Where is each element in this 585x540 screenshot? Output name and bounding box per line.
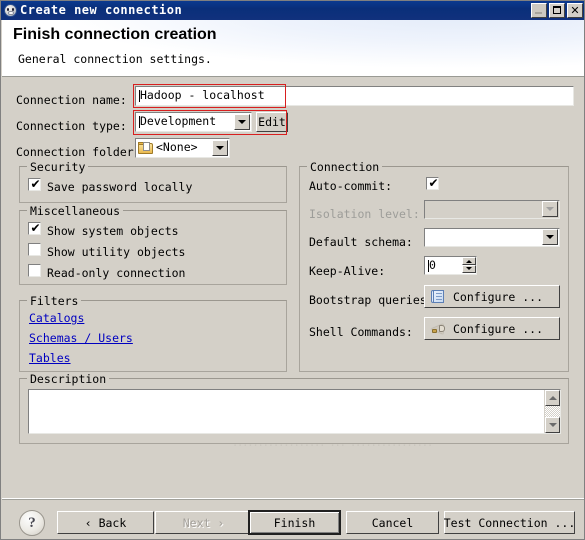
close-button[interactable]: ✕ [567,3,583,18]
connection-type-dropdown-button[interactable] [234,114,250,130]
connection-name-label: Connection name: [16,93,127,107]
chevron-down-icon [546,235,554,239]
keep-alive-label: Keep-Alive: [309,264,386,278]
keep-alive-stepper[interactable] [424,256,477,275]
description-textarea[interactable] [28,389,561,434]
show-utility-objects-checkbox[interactable] [28,243,41,256]
description-scrollbar[interactable] [544,390,560,433]
security-group-title: Security [27,160,89,174]
window-controls: ✕ [531,3,584,18]
connection-name-value: Hadoop - localhost [140,88,265,103]
show-system-objects-label: Show system objects [47,224,179,238]
isolation-level-dropdown-button[interactable] [542,201,558,217]
chevron-up-icon [466,260,472,263]
help-button[interactable]: ? [19,510,45,536]
chevron-down-icon [546,207,554,211]
isolation-level-label: Isolation level: [309,207,420,221]
connection-group: Connection Auto-commit: ✔ Isolation leve… [299,160,569,372]
shell-commands-configure-button[interactable]: Configure ... [424,317,560,340]
edit-connection-type-button[interactable]: Edit [256,112,288,132]
create-new-connection-dialog: Create new connection ✕ Finish connectio… [0,0,585,540]
connection-folder-dropdown-button[interactable] [212,140,228,156]
miscellaneous-group: Miscellaneous ✔ Show system objects Show… [19,204,287,285]
save-password-checkbox[interactable]: ✔ [28,178,41,191]
footer-separator [2,499,584,500]
filter-link-tables[interactable]: Tables [29,351,71,365]
window-title: Create new connection [20,3,183,17]
cancel-button[interactable]: Cancel [346,511,439,534]
connection-name-input[interactable]: Hadoop - localhost [135,86,574,106]
filter-link-schemas-users[interactable]: Schemas / Users [29,331,133,345]
connection-folder-value: <None> [156,140,198,155]
default-schema-combo[interactable] [424,228,560,247]
test-connection-button[interactable]: Test Connection ... [444,511,575,534]
auto-commit-checkbox[interactable]: ✔ [426,177,439,190]
page-title: Finish connection creation [13,26,217,43]
check-icon: ✔ [30,177,41,191]
maximize-button[interactable] [549,3,565,18]
finish-button[interactable]: Finish [248,510,341,535]
check-icon: ✔ [30,221,41,235]
bootstrap-queries-configure-label: Configure ... [453,289,544,304]
isolation-level-combo[interactable] [424,200,560,219]
page-subtitle: General connection settings. [18,52,212,66]
read-only-connection-label: Read-only connection [47,266,186,280]
chevron-up-icon [548,396,557,400]
wizard-header: Finish connection creation General conne… [2,20,584,77]
bootstrap-queries-label: Bootstrap queries: [309,293,434,307]
maximize-icon [553,6,561,14]
show-utility-objects-label: Show utility objects [47,245,186,259]
chevron-down-icon [548,423,557,427]
show-system-objects-checkbox[interactable]: ✔ [28,222,41,235]
connection-group-title: Connection [307,160,383,174]
app-beaver-icon [3,3,19,18]
save-password-label: Save password locally [47,180,193,194]
read-only-connection-checkbox[interactable] [28,264,41,277]
folder-icon [138,142,154,155]
chevron-down-icon [238,120,246,124]
chevron-down-icon [466,267,472,270]
description-group-title: Description [27,372,110,386]
close-icon: ✕ [570,4,580,17]
filter-link-catalogs[interactable]: Catalogs [29,311,84,325]
default-schema-label: Default schema: [309,235,413,249]
next-button[interactable]: Next › [155,511,252,534]
stepper-down-button[interactable] [462,265,476,273]
security-group: Security ✔ Save password locally [19,160,287,203]
back-button[interactable]: ‹ Back [57,511,154,534]
miscellaneous-group-title: Miscellaneous [27,204,124,218]
check-icon [30,264,41,277]
scroll-down-button[interactable] [545,417,560,433]
window-titlebar: Create new connection ✕ [1,1,584,20]
filters-group: Filters Catalogs Schemas / Users Tables [19,294,287,372]
shell-commands-configure-label: Configure ... [453,321,544,336]
connection-type-value: Development [140,114,217,129]
auto-commit-label: Auto-commit: [309,179,393,193]
check-icon [30,243,41,256]
shell-icon [430,321,446,337]
dialog-body: Connection name: Hadoop - localhost Conn… [2,78,584,498]
default-schema-dropdown-button[interactable] [542,229,558,245]
minimize-button[interactable] [531,3,547,18]
chevron-down-icon [216,146,224,150]
connection-type-label: Connection type: [16,119,127,133]
bootstrap-queries-configure-button[interactable]: Configure ... [424,285,560,308]
scroll-up-button[interactable] [545,390,560,406]
minimize-icon [535,12,542,14]
check-icon: ✔ [428,176,439,190]
stepper-up-button[interactable] [462,257,476,265]
description-group: Description [19,372,569,444]
watermark: ·················· ··· ················ [233,439,434,454]
filters-group-title: Filters [27,294,82,308]
connection-folder-label: Connection folder: [16,145,141,159]
shell-commands-label: Shell Commands: [309,325,413,339]
scroll-icon [431,289,447,305]
